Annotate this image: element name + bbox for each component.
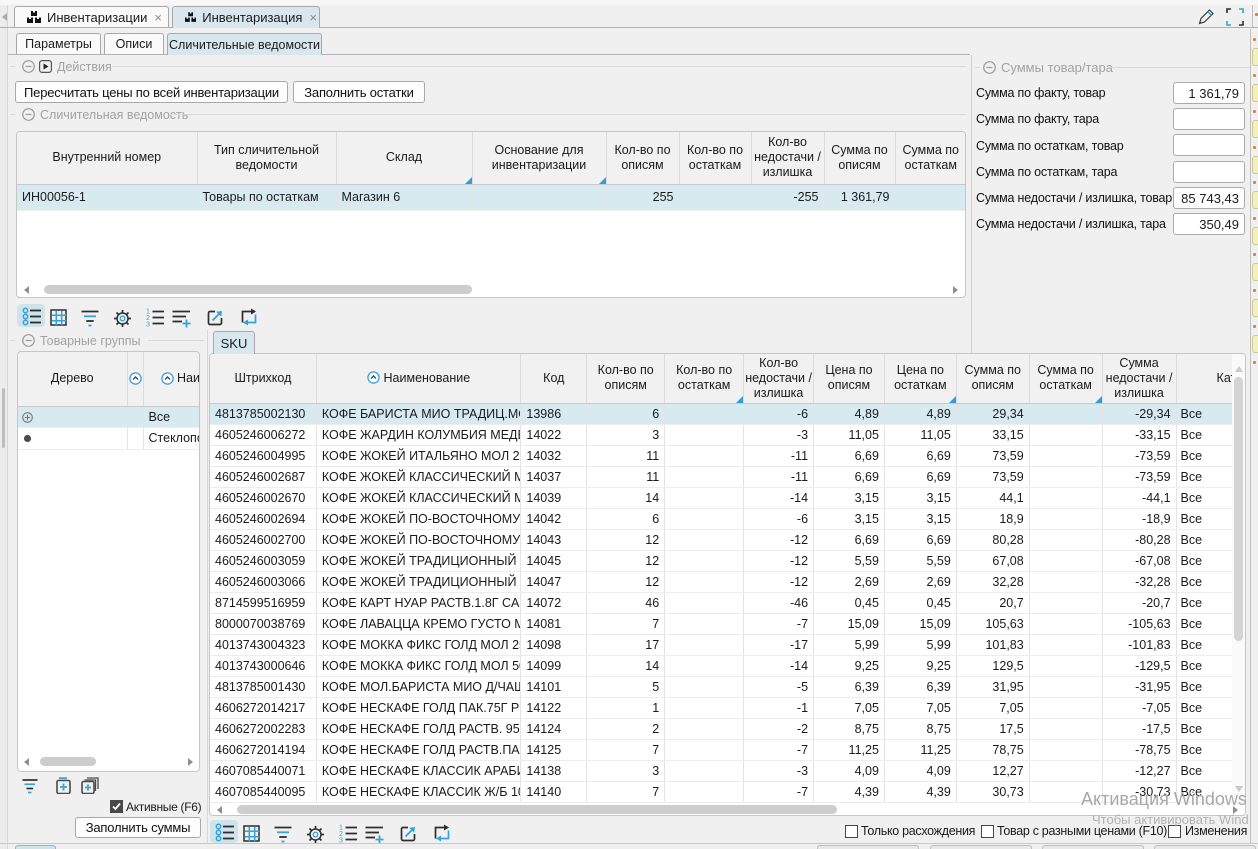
svg-text:3: 3: [146, 322, 150, 329]
